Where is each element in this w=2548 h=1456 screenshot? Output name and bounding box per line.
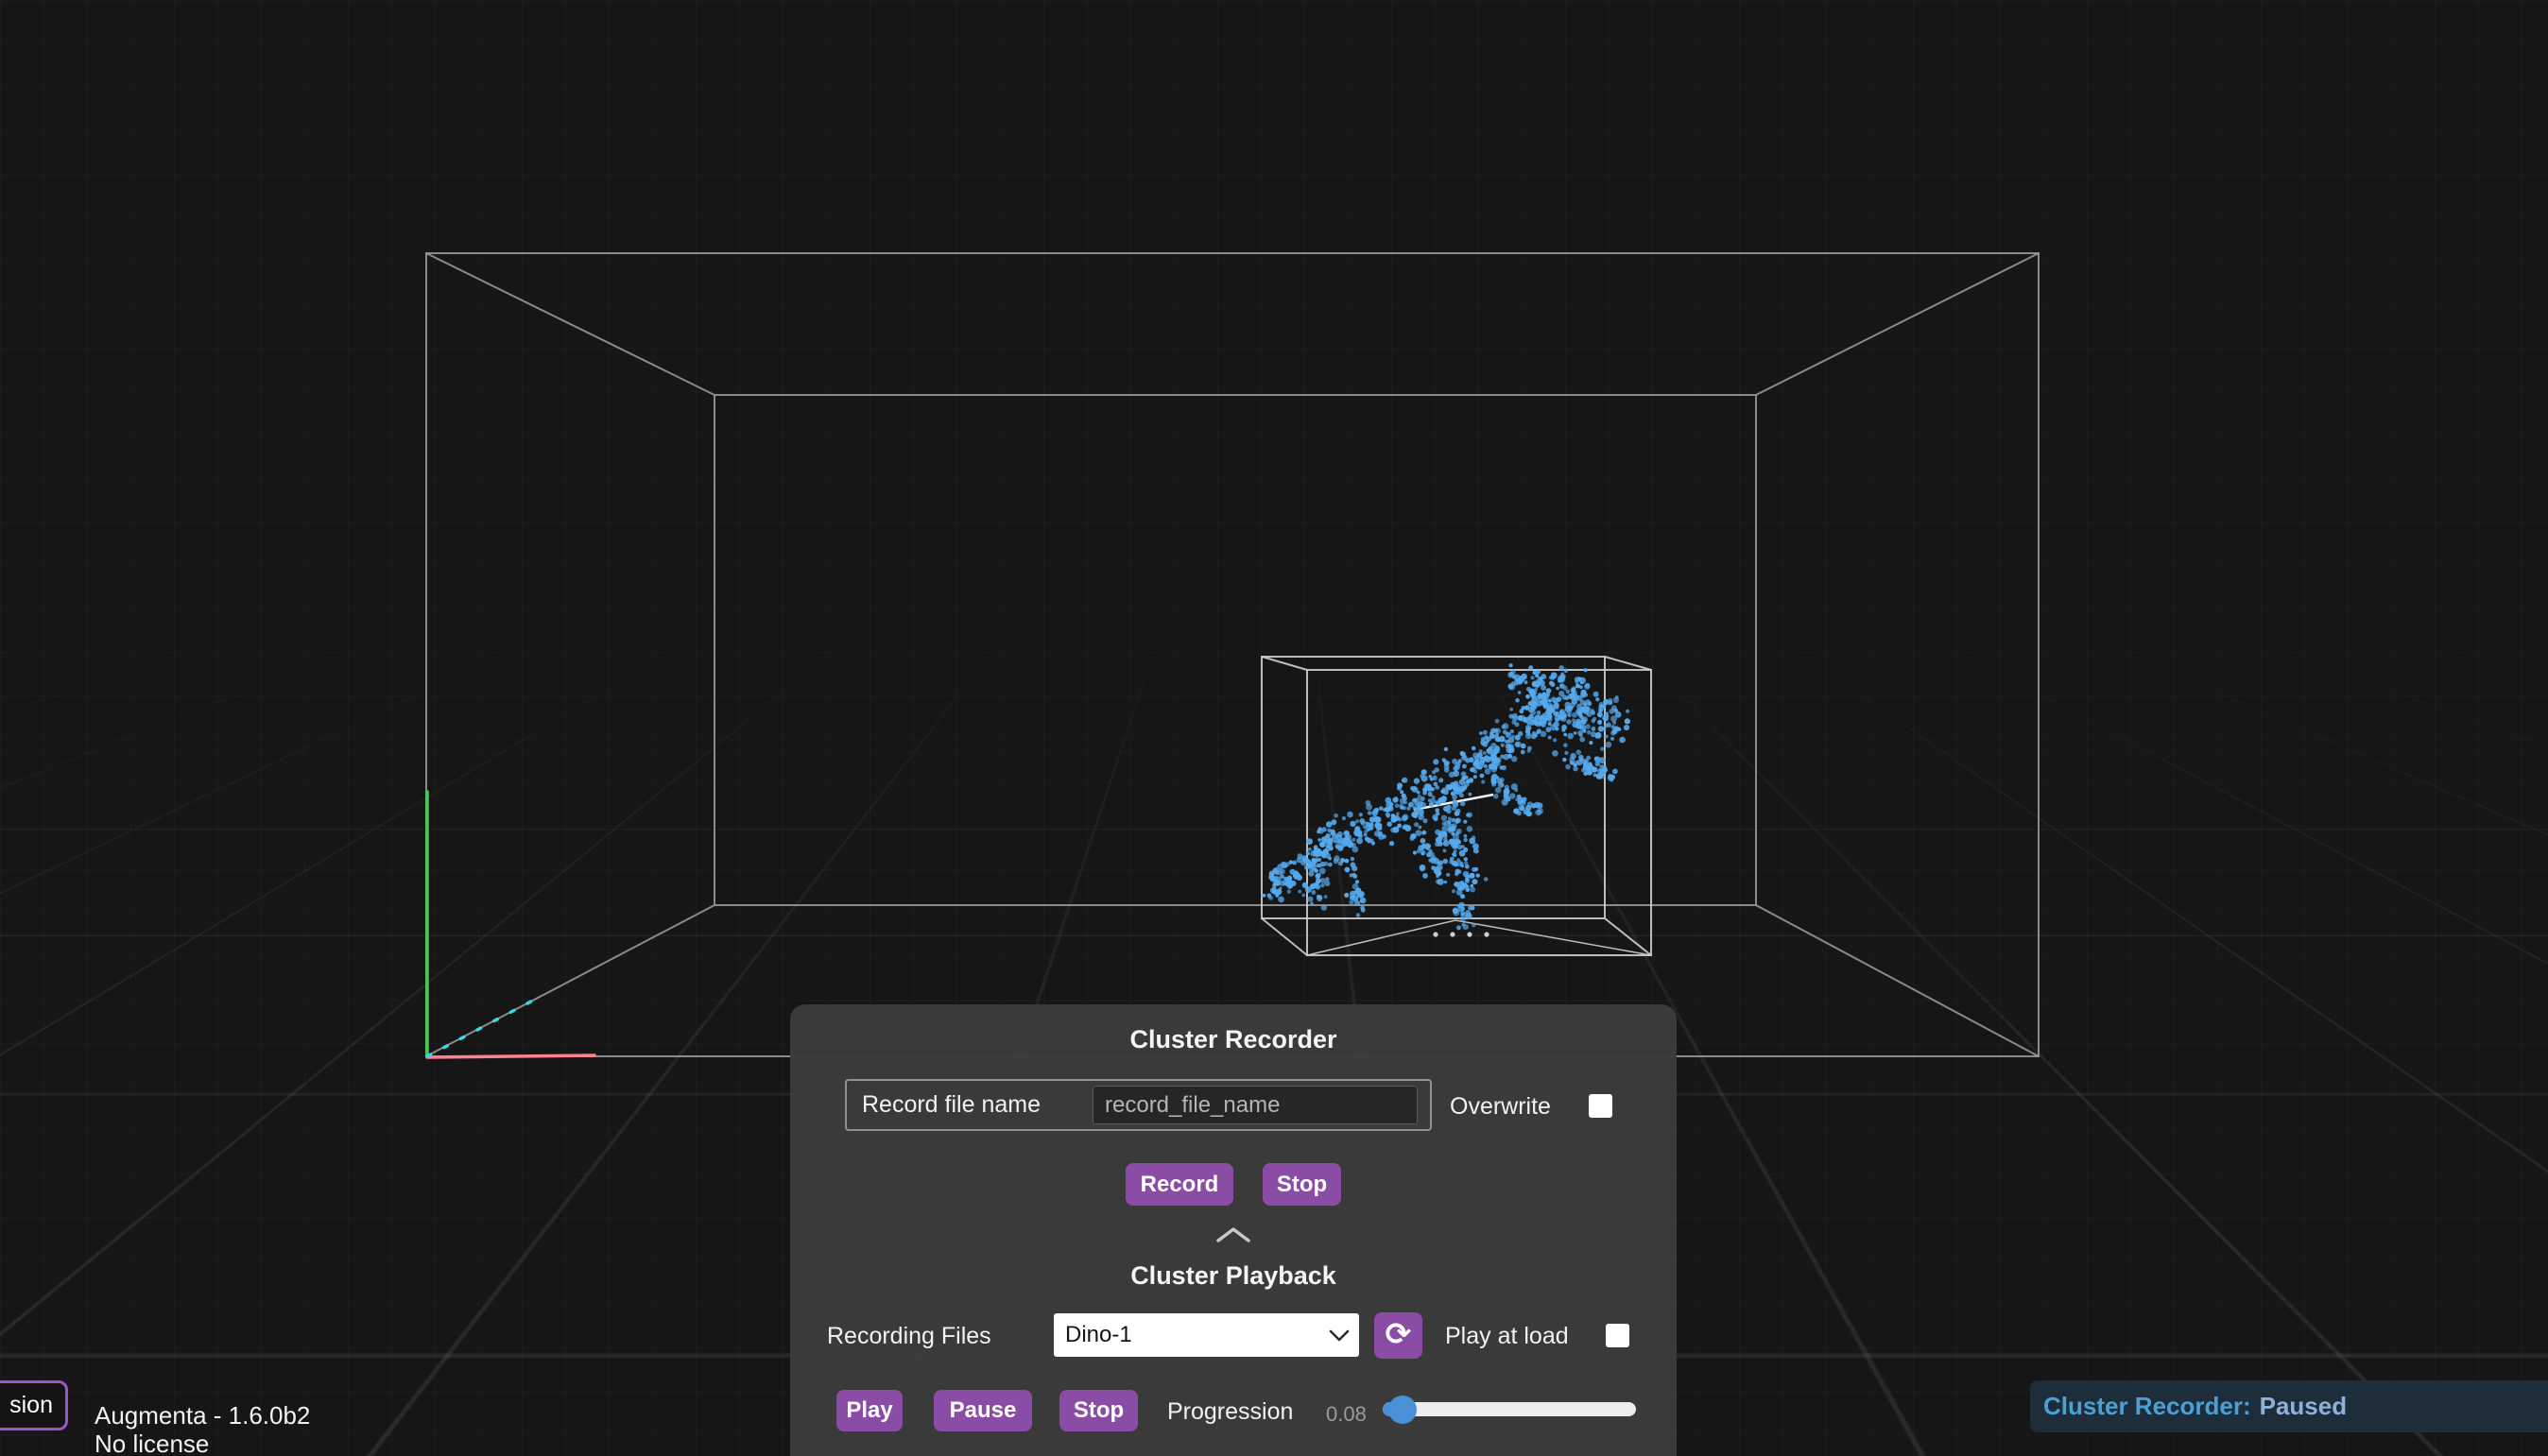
play-at-load-checkbox[interactable] xyxy=(1606,1324,1629,1347)
chevron-up-icon xyxy=(1215,1226,1251,1243)
overwrite-checkbox[interactable] xyxy=(1589,1094,1612,1118)
status-label: Cluster Recorder: xyxy=(2043,1392,2251,1421)
progression-slider-handle[interactable] xyxy=(1388,1396,1417,1424)
chevron-down-icon xyxy=(1329,1329,1350,1342)
playback-title: Cluster Playback xyxy=(790,1261,1677,1291)
license-text: No license xyxy=(95,1430,209,1456)
version-button[interactable]: sion xyxy=(0,1380,68,1430)
status-bar: Cluster Recorder: Paused xyxy=(2030,1380,2548,1432)
status-value: Paused xyxy=(2260,1392,2348,1421)
pause-button[interactable]: Pause xyxy=(934,1390,1032,1431)
version-button-label: sion xyxy=(9,1392,53,1419)
refresh-icon: ⟳ xyxy=(1386,1318,1412,1349)
app-version-text: Augmenta - 1.6.0b2 xyxy=(95,1401,310,1430)
cluster-marker-dots xyxy=(1433,932,1489,936)
axis-x-red xyxy=(427,1055,594,1057)
record-file-name-input[interactable] xyxy=(1093,1086,1418,1124)
stage-bounding-box xyxy=(426,253,2039,1056)
recording-files-selected-value: Dino-1 xyxy=(1065,1322,1132,1348)
augmenta-app-window: Cluster Recorder Record file name Overwr… xyxy=(0,0,2548,1456)
recording-files-label: Recording Files xyxy=(827,1323,991,1350)
progression-label: Progression xyxy=(1167,1398,1293,1426)
record-file-name-field: Record file name xyxy=(845,1079,1432,1131)
play-at-load-label: Play at load xyxy=(1445,1323,1569,1350)
panel-title: Cluster Recorder xyxy=(790,1025,1677,1054)
progression-slider[interactable] xyxy=(1383,1402,1636,1416)
collapse-panel-button[interactable] xyxy=(1213,1223,1254,1247)
playback-stop-button[interactable]: Stop xyxy=(1059,1390,1138,1431)
play-button[interactable]: Play xyxy=(836,1390,903,1431)
point-cloud xyxy=(1262,663,1630,930)
recording-files-select[interactable]: Dino-1 xyxy=(1054,1313,1359,1357)
record-stop-button[interactable]: Stop xyxy=(1263,1163,1341,1206)
refresh-recordings-button[interactable]: ⟳ xyxy=(1374,1312,1422,1359)
progression-value: 0.08 xyxy=(1326,1402,1367,1427)
axis-gizmo xyxy=(427,792,594,1057)
record-file-name-label: Record file name xyxy=(862,1091,1041,1119)
cluster-recorder-panel: Cluster Recorder Record file name Overwr… xyxy=(790,1004,1677,1456)
record-button[interactable]: Record xyxy=(1126,1163,1233,1206)
overwrite-label: Overwrite xyxy=(1450,1093,1551,1121)
